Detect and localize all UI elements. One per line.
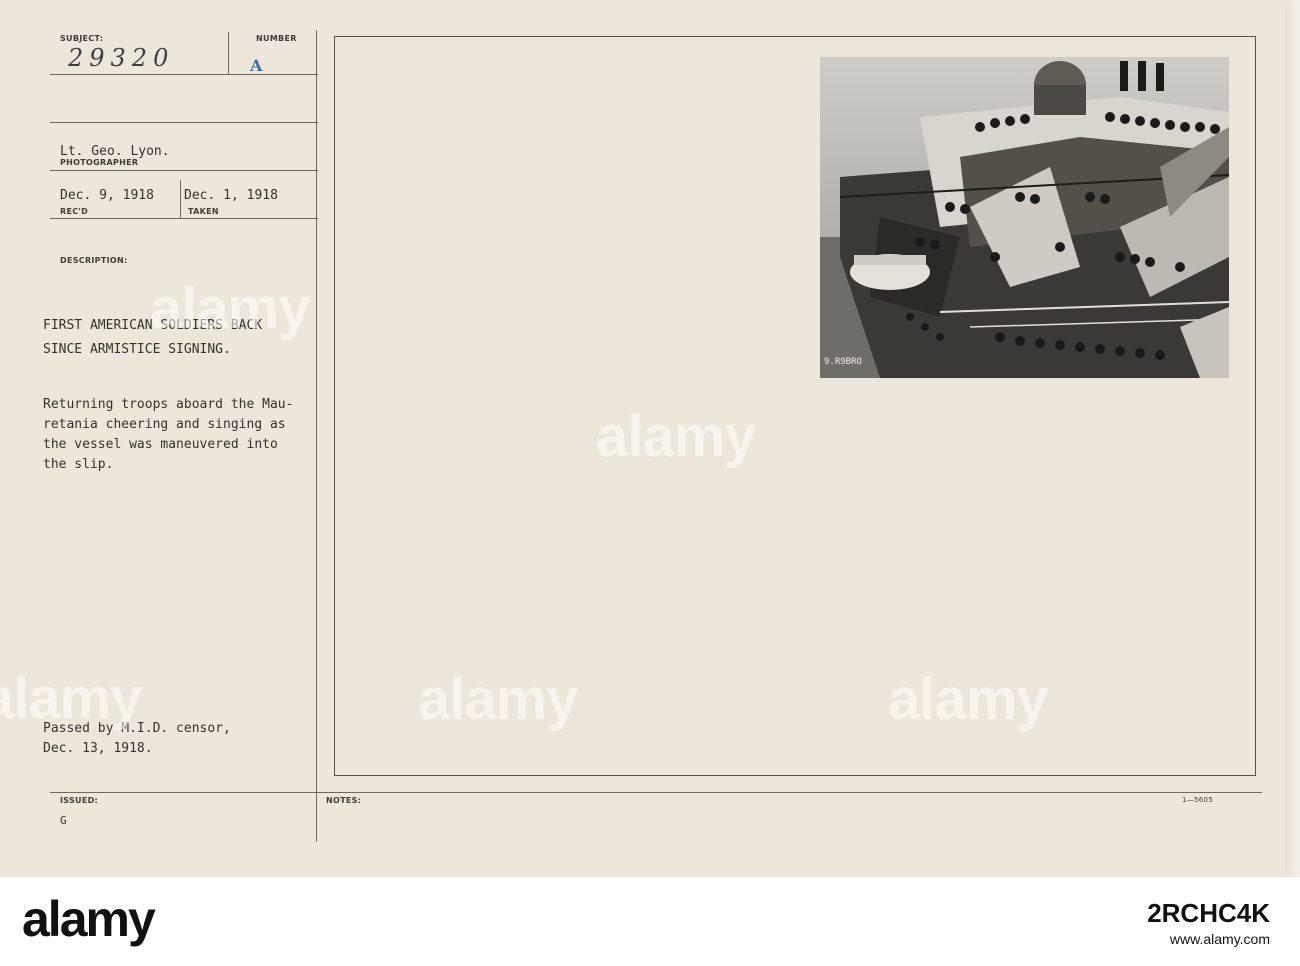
description-label: DESCRIPTION: <box>60 256 128 265</box>
divider-dates <box>180 180 181 218</box>
footer-info: 2RCHC4K www.alamy.com <box>1147 898 1270 947</box>
issued-value: G <box>60 814 67 827</box>
rule-photographer <box>50 170 318 171</box>
watermark-top: alamy <box>150 276 310 341</box>
rule-dates <box>50 218 318 219</box>
rule-subject <box>50 74 318 75</box>
received-date: Dec. 9, 1918 <box>60 188 154 203</box>
description-line-4: the slip. <box>43 457 114 472</box>
headline-line-2: SINCE ARMISTICE SIGNING. <box>43 342 231 357</box>
ship-photo-drawing <box>820 57 1229 378</box>
notes-label: NOTES: <box>326 796 362 805</box>
description-line-2: retania cheering and singing as <box>43 417 286 432</box>
rule-under-subject <box>50 122 318 123</box>
number-stamp: A <box>250 56 263 75</box>
watermark-bottom-mid: alamy <box>418 667 578 732</box>
rule-bottom <box>50 792 1262 793</box>
photo-negative-marking: 9.R9BRO <box>824 357 862 367</box>
ship-troops-photograph: 9.R9BRO <box>820 57 1229 378</box>
watermark-bottom-left: alamy <box>0 666 142 731</box>
watermark-bottom-right: alamy <box>888 667 1048 732</box>
received-label: REC'D <box>60 207 89 216</box>
taken-date: Dec. 1, 1918 <box>184 188 278 203</box>
description-line-1: Returning troops aboard the Mau- <box>43 397 294 412</box>
site-url: www.alamy.com <box>1169 931 1270 947</box>
divider-left-column <box>316 30 317 842</box>
stock-footer-bar <box>0 877 1300 966</box>
watermark-center: alamy <box>596 404 756 469</box>
issued-label: ISSUED: <box>60 796 99 805</box>
number-label: NUMBER <box>256 34 297 43</box>
divider-subject-number <box>228 32 229 74</box>
image-id: 2RCHC4K <box>1147 898 1270 928</box>
censor-line-2: Dec. 13, 1918. <box>43 741 153 756</box>
taken-label: TAKEN <box>188 207 219 216</box>
subject-number: 29320 <box>68 44 175 72</box>
form-number: 1—5605 <box>1182 796 1214 804</box>
photographer-label: PHOTOGRAPHER <box>60 158 139 167</box>
alamy-logo: alamy <box>22 891 156 947</box>
description-line-3: the vessel was maneuvered into <box>43 437 278 452</box>
subject-label: SUBJECT: <box>60 34 104 43</box>
